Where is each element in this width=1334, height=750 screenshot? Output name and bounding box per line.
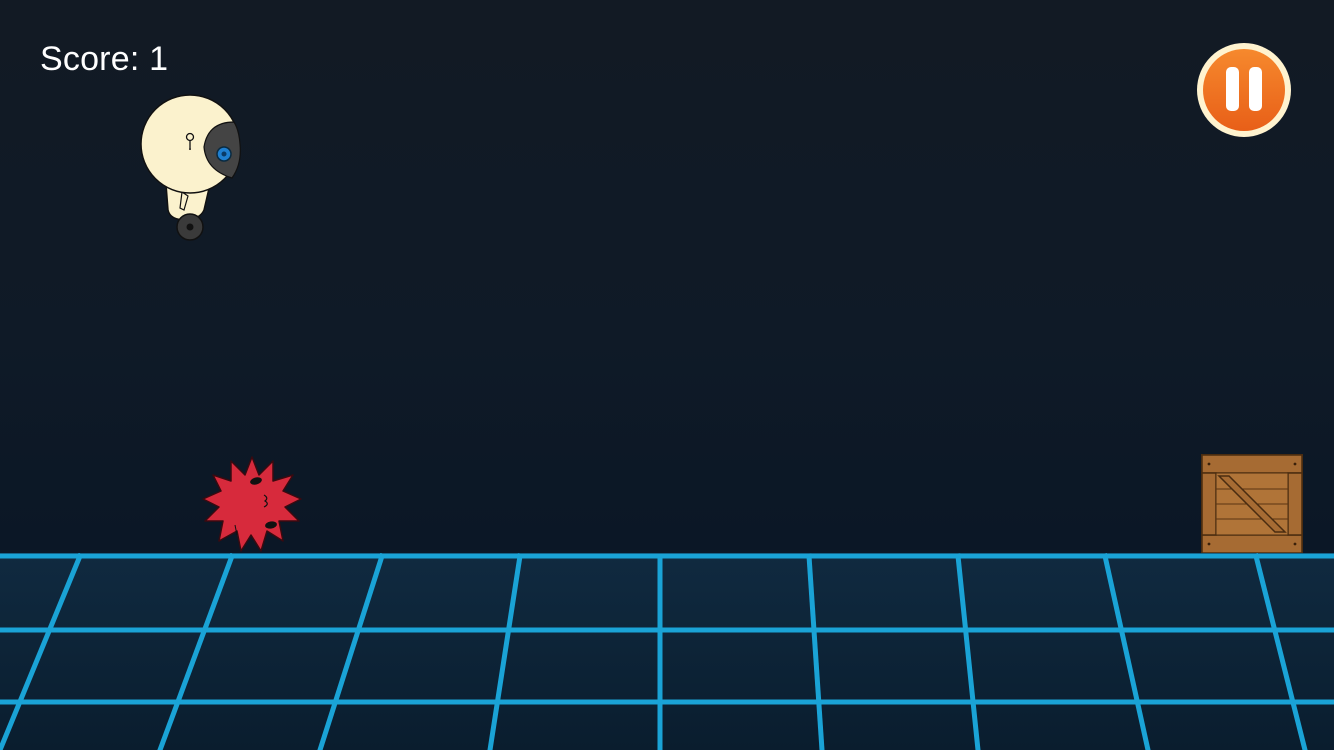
score-value: 1 <box>149 40 169 78</box>
neon-grid-floor <box>0 553 1334 750</box>
robot-wheel <box>176 213 204 241</box>
wooden-crate <box>1201 454 1303 554</box>
pause-button[interactable] <box>1196 42 1292 138</box>
red-spike-ball <box>202 456 302 552</box>
score-display: Score: 1 <box>40 40 168 79</box>
game-stage[interactable]: Score: 1 <box>0 0 1334 750</box>
score-label: Score: <box>40 40 140 78</box>
robot-player <box>140 94 241 241</box>
pause-button-face <box>1203 49 1285 131</box>
